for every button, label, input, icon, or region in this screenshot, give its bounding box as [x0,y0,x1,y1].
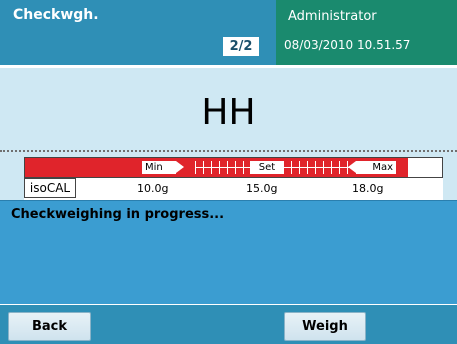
min-arrow-icon [176,161,184,173]
page-indicator[interactable]: 2/2 [223,37,259,56]
checkweigh-screen: Checkwgh. 2/2 Administrator 08/03/2010 1… [0,0,457,344]
scale-area: isoCAL 10.0g 15.0g 18.0g [24,178,443,200]
status-message: Checkweighing in progress... [11,207,225,222]
back-button[interactable]: Back [8,312,91,341]
weight-value: HH [201,92,256,133]
datetime: 08/03/2010 10.51.57 [284,38,411,52]
max-arrow-icon [348,161,356,173]
app-title: Checkwgh. [13,7,99,23]
isocal-indicator: isoCAL [24,178,76,198]
user-panel: Administrator 08/03/2010 10.51.57 [276,0,457,65]
user-name: Administrator [288,9,377,24]
header-bar: Checkwgh. 2/2 Administrator 08/03/2010 1… [0,0,457,65]
tolerance-bar: Min Set Max [24,157,443,178]
scale-max-value: 18.0g [352,182,384,195]
weight-display: HH [0,68,457,151]
set-label: Set [250,161,284,174]
display-divider [0,150,457,152]
weigh-button[interactable]: Weigh [284,312,366,341]
min-label: Min [142,161,176,174]
scale-min-value: 10.0g [137,182,169,195]
status-area: Checkweighing in progress... [0,200,457,305]
footer-bar: Back Weigh [0,305,457,344]
scale-set-value: 15.0g [246,182,278,195]
max-label: Max [356,161,396,174]
